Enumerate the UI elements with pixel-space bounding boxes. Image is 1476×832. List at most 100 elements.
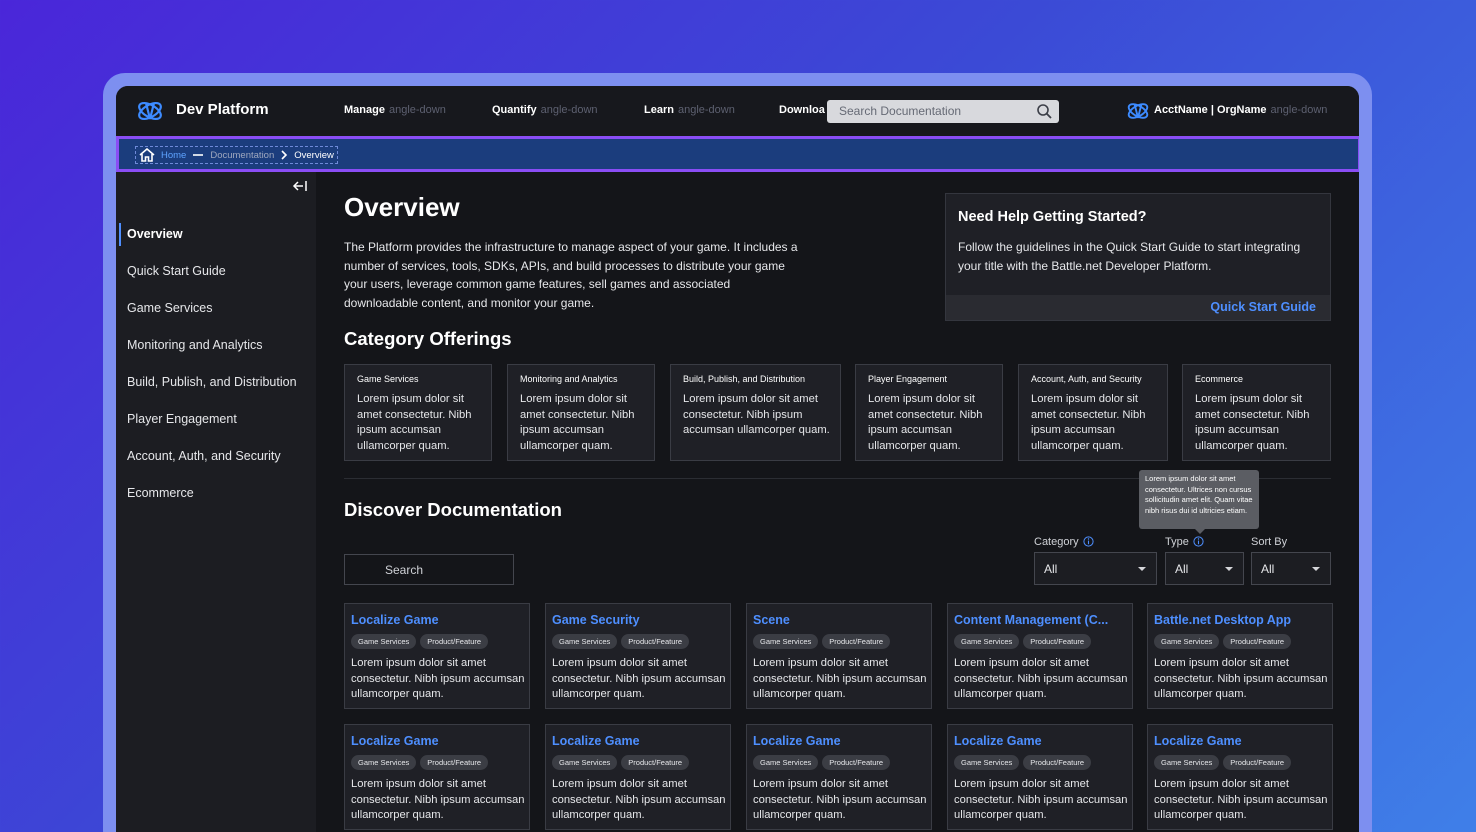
- doc-card-desc: Lorem ipsum dolor sit amet consectetur. …: [351, 657, 525, 700]
- doc-card[interactable]: Game Security Game Services Product/Featu…: [545, 603, 731, 709]
- doc-card-desc: Lorem ipsum dolor sit amet consectetur. …: [351, 778, 525, 821]
- filter-label-type: Type: [1165, 536, 1204, 548]
- help-card: Need Help Getting Started? Follow the gu…: [945, 193, 1331, 321]
- sidebar-item-overview[interactable]: Overview: [127, 227, 183, 241]
- category-offerings-heading: Category Offerings: [344, 328, 512, 349]
- category-card-title: Player Engagement: [868, 374, 948, 384]
- filter-label-category: Category: [1034, 536, 1094, 548]
- doc-card-title[interactable]: Battle.net Desktop App: [1154, 613, 1328, 627]
- info-icon[interactable]: [1083, 536, 1094, 547]
- sidebar: Overview Quick Start Guide Game Services…: [116, 172, 316, 832]
- info-icon[interactable]: [1193, 536, 1204, 547]
- category-card-title: Account, Auth, and Security: [1031, 374, 1142, 384]
- sidebar-item-account-auth-security[interactable]: Account, Auth, and Security: [127, 449, 281, 463]
- doc-card-desc: Lorem ipsum dolor sit amet consectetur. …: [552, 657, 726, 700]
- search-icon[interactable]: [1036, 103, 1053, 120]
- search-input[interactable]: Search: [344, 554, 514, 585]
- doc-card[interactable]: Localize Game Game Services Product/Featu…: [746, 724, 932, 830]
- tag-chip: Product/Feature: [1023, 634, 1092, 649]
- doc-card-title[interactable]: Scene: [753, 613, 927, 627]
- doc-card-desc: Lorem ipsum dolor sit amet consectetur. …: [1154, 778, 1328, 821]
- sidebar-item-build-publish[interactable]: Build, Publish, and Distribution: [127, 375, 297, 389]
- account-label: AcctName | OrgName: [1154, 104, 1267, 116]
- nav-download-label: Downloa: [779, 104, 825, 116]
- type-select[interactable]: All: [1165, 552, 1244, 585]
- filter-label-text: Category: [1034, 536, 1079, 548]
- category-card-desc: Lorem ipsum dolor sit amet consectetur. …: [520, 393, 635, 452]
- search-documentation-input[interactable]: Search Documentation: [827, 100, 1059, 123]
- category-card-desc: Lorem ipsum dolor sit amet consectetur. …: [1031, 393, 1146, 452]
- doc-card[interactable]: Localize Game Game Services Product/Featu…: [545, 724, 731, 830]
- battlenet-logo-icon[interactable]: [136, 97, 164, 125]
- search-input-placeholder: Search: [385, 563, 424, 577]
- help-card-footer: Quick Start Guide: [946, 295, 1330, 320]
- doc-card[interactable]: Battle.net Desktop App Game Services Prod…: [1147, 603, 1333, 709]
- nav-manage[interactable]: Manage angle-down: [344, 104, 446, 116]
- category-card-account-auth-security[interactable]: Account, Auth, and Security Lorem ipsum …: [1018, 364, 1168, 461]
- nav-download[interactable]: Downloa: [779, 104, 825, 116]
- tag-chip: Product/Feature: [621, 634, 690, 649]
- doc-card[interactable]: Localize Game Game Services Product/Featu…: [947, 724, 1133, 830]
- help-card-title: Need Help Getting Started?: [958, 209, 1147, 225]
- tag-chip: Game Services: [954, 755, 1020, 770]
- tag-chip: Game Services: [552, 634, 618, 649]
- select-value: All: [1261, 562, 1275, 576]
- sort-by-select[interactable]: All: [1251, 552, 1331, 585]
- tag-chip: Product/Feature: [621, 755, 690, 770]
- nav-learn[interactable]: Learn angle-down: [644, 104, 735, 116]
- doc-card-tags: Game Services Product/Feature: [1154, 634, 1292, 649]
- page-title: Overview: [344, 192, 460, 222]
- doc-card-title[interactable]: Localize Game: [1154, 734, 1328, 748]
- quick-start-guide-link[interactable]: Quick Start Guide: [1210, 300, 1316, 314]
- category-card-build-publish[interactable]: Build, Publish, and Distribution Lorem i…: [670, 364, 841, 461]
- sidebar-item-game-services[interactable]: Game Services: [127, 301, 212, 315]
- chevron-down-icon: angle-down: [677, 104, 735, 116]
- doc-card[interactable]: Localize Game Game Services Product/Featu…: [344, 603, 530, 709]
- brand-name[interactable]: Dev Platform: [176, 101, 269, 118]
- category-card-game-services[interactable]: Game Services Lorem ipsum dolor sit amet…: [344, 364, 492, 461]
- category-card-title: Monitoring and Analytics: [520, 374, 618, 384]
- doc-card-title[interactable]: Content Management (C...: [954, 613, 1128, 627]
- doc-card[interactable]: Localize Game Game Services Product/Featu…: [1147, 724, 1333, 830]
- doc-card[interactable]: Content Management (C... Game Services Pr…: [947, 603, 1133, 709]
- sidebar-item-player-engagement[interactable]: Player Engagement: [127, 412, 237, 426]
- doc-card-tags: Game Services Product/Feature: [351, 634, 489, 649]
- breadcrumb-documentation[interactable]: Documentation: [210, 150, 274, 161]
- nav-quantify[interactable]: Quantify angle-down: [492, 104, 598, 116]
- chevron-right-icon: [281, 150, 288, 160]
- doc-card[interactable]: Localize Game Game Services Product/Featu…: [344, 724, 530, 830]
- tag-chip: Game Services: [351, 634, 417, 649]
- category-select[interactable]: All: [1034, 552, 1157, 585]
- sidebar-item-monitoring-analytics[interactable]: Monitoring and Analytics: [127, 338, 263, 352]
- doc-card[interactable]: Scene Game Services Product/Feature Lorem…: [746, 603, 932, 709]
- doc-card-title[interactable]: Localize Game: [753, 734, 927, 748]
- category-card-player-engagement[interactable]: Player Engagement Lorem ipsum dolor sit …: [855, 364, 1003, 461]
- category-card-monitoring-analytics[interactable]: Monitoring and Analytics Lorem ipsum dol…: [507, 364, 655, 461]
- filter-label-text: Type: [1165, 536, 1189, 548]
- home-icon[interactable]: [139, 148, 155, 162]
- doc-card-tags: Game Services Product/Feature: [351, 755, 489, 770]
- doc-card-title[interactable]: Localize Game: [552, 734, 726, 748]
- sidebar-item-ecommerce[interactable]: Ecommerce: [127, 486, 194, 500]
- breadcrumb: Home Documentation Overview: [135, 146, 338, 164]
- doc-card-title[interactable]: Localize Game: [351, 734, 525, 748]
- breadcrumb-home[interactable]: Home: [161, 150, 186, 161]
- doc-card-desc: Lorem ipsum dolor sit amet consectetur. …: [1154, 657, 1328, 700]
- chevron-down-icon: angle-down: [1270, 104, 1328, 116]
- category-card-title: Build, Publish, and Distribution: [683, 374, 806, 384]
- discover-documentation-heading: Discover Documentation: [344, 499, 562, 520]
- nav-quantify-label: Quantify: [492, 104, 537, 116]
- category-card-ecommerce[interactable]: Ecommerce Lorem ipsum dolor sit amet con…: [1182, 364, 1331, 461]
- category-card-title: Ecommerce: [1195, 374, 1244, 384]
- category-card-title: Game Services: [357, 374, 419, 384]
- tag-chip: Game Services: [753, 634, 819, 649]
- doc-card-title[interactable]: Localize Game: [351, 613, 525, 627]
- active-indicator: [119, 223, 121, 246]
- doc-card-title[interactable]: Localize Game: [954, 734, 1128, 748]
- collapse-sidebar-icon[interactable]: [292, 178, 308, 194]
- tag-chip: Game Services: [753, 755, 819, 770]
- account-menu[interactable]: AcctName | OrgName angle-down: [1154, 104, 1327, 116]
- doc-card-title[interactable]: Game Security: [552, 613, 726, 627]
- sidebar-item-quick-start-guide[interactable]: Quick Start Guide: [127, 264, 226, 278]
- tag-chip: Game Services: [552, 755, 618, 770]
